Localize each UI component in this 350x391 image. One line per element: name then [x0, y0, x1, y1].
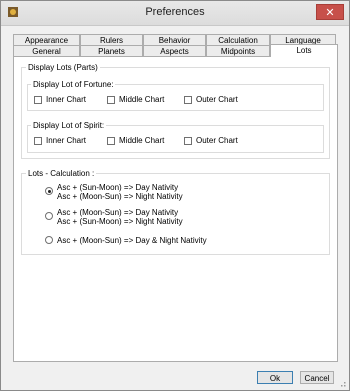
- lots-panel: Display Lots (Parts) Display Lot of Fort…: [13, 56, 338, 362]
- window-title: Preferences: [145, 6, 205, 18]
- calc-option-2-line2: Asc + (Sun-Moon) => Night Nativity: [57, 217, 183, 226]
- close-icon[interactable]: ✕: [316, 4, 344, 20]
- calc-option-3-line1: Asc + (Moon-Sun) => Day & Night Nativity: [57, 236, 207, 245]
- title-bar[interactable]: Preferences ✕: [1, 1, 349, 26]
- spirit-middle-checkbox[interactable]: [107, 137, 115, 145]
- fortune-outer-checkbox[interactable]: [184, 96, 192, 104]
- fortune-title: Display Lot of Fortune:: [31, 80, 116, 89]
- spirit-inner-checkbox[interactable]: [34, 137, 42, 145]
- display-lots-group: Display Lots (Parts) Display Lot of Fort…: [21, 63, 330, 159]
- calculation-group: Lots - Calculation : Asc + (Sun-Moon) =>…: [21, 169, 330, 255]
- calc-option-1-radio[interactable]: [45, 187, 53, 195]
- tab-planets[interactable]: Planets: [80, 45, 143, 56]
- fortune-middle-label: Middle Chart: [119, 95, 165, 104]
- tab-lots[interactable]: Lots: [270, 44, 338, 57]
- fortune-outer-label: Outer Chart: [196, 95, 238, 104]
- tab-behavior[interactable]: Behavior: [143, 34, 206, 45]
- spirit-group: Display Lot of Spirit: Inner Chart Middl…: [27, 121, 324, 153]
- calculation-title: Lots - Calculation :: [26, 169, 97, 178]
- ok-button[interactable]: Ok: [257, 371, 293, 384]
- preferences-window: Preferences ✕ Appearance Rulers Behavior…: [0, 0, 350, 391]
- resize-grip-icon[interactable]: [338, 379, 346, 387]
- fortune-middle-checkbox[interactable]: [107, 96, 115, 104]
- cancel-button[interactable]: Cancel: [300, 371, 334, 384]
- tab-rulers[interactable]: Rulers: [80, 34, 143, 45]
- spirit-inner-label: Inner Chart: [46, 136, 87, 145]
- fortune-group: Display Lot of Fortune: Inner Chart Midd…: [27, 80, 324, 111]
- calc-option-2-radio[interactable]: [45, 212, 53, 220]
- calc-option-2-line1: Asc + (Moon-Sun) => Day Nativity: [57, 208, 179, 217]
- tab-appearance[interactable]: Appearance: [13, 34, 80, 45]
- tab-calculation[interactable]: Calculation: [206, 34, 270, 45]
- fortune-inner-label: Inner Chart: [46, 95, 87, 104]
- spirit-outer-checkbox[interactable]: [184, 137, 192, 145]
- calc-option-3-radio[interactable]: [45, 236, 53, 244]
- tab-general[interactable]: General: [13, 45, 80, 56]
- tab-aspects[interactable]: Aspects: [143, 45, 206, 56]
- spirit-middle-label: Middle Chart: [119, 136, 165, 145]
- spirit-outer-label: Outer Chart: [196, 136, 238, 145]
- display-lots-title: Display Lots (Parts): [26, 63, 100, 72]
- calc-option-1-line2: Asc + (Moon-Sun) => Night Nativity: [57, 192, 183, 201]
- spirit-title: Display Lot of Spirit:: [31, 121, 107, 130]
- tab-midpoints[interactable]: Midpoints: [206, 45, 270, 56]
- fortune-inner-checkbox[interactable]: [34, 96, 42, 104]
- calc-option-1-line1: Asc + (Sun-Moon) => Day Nativity: [57, 183, 179, 192]
